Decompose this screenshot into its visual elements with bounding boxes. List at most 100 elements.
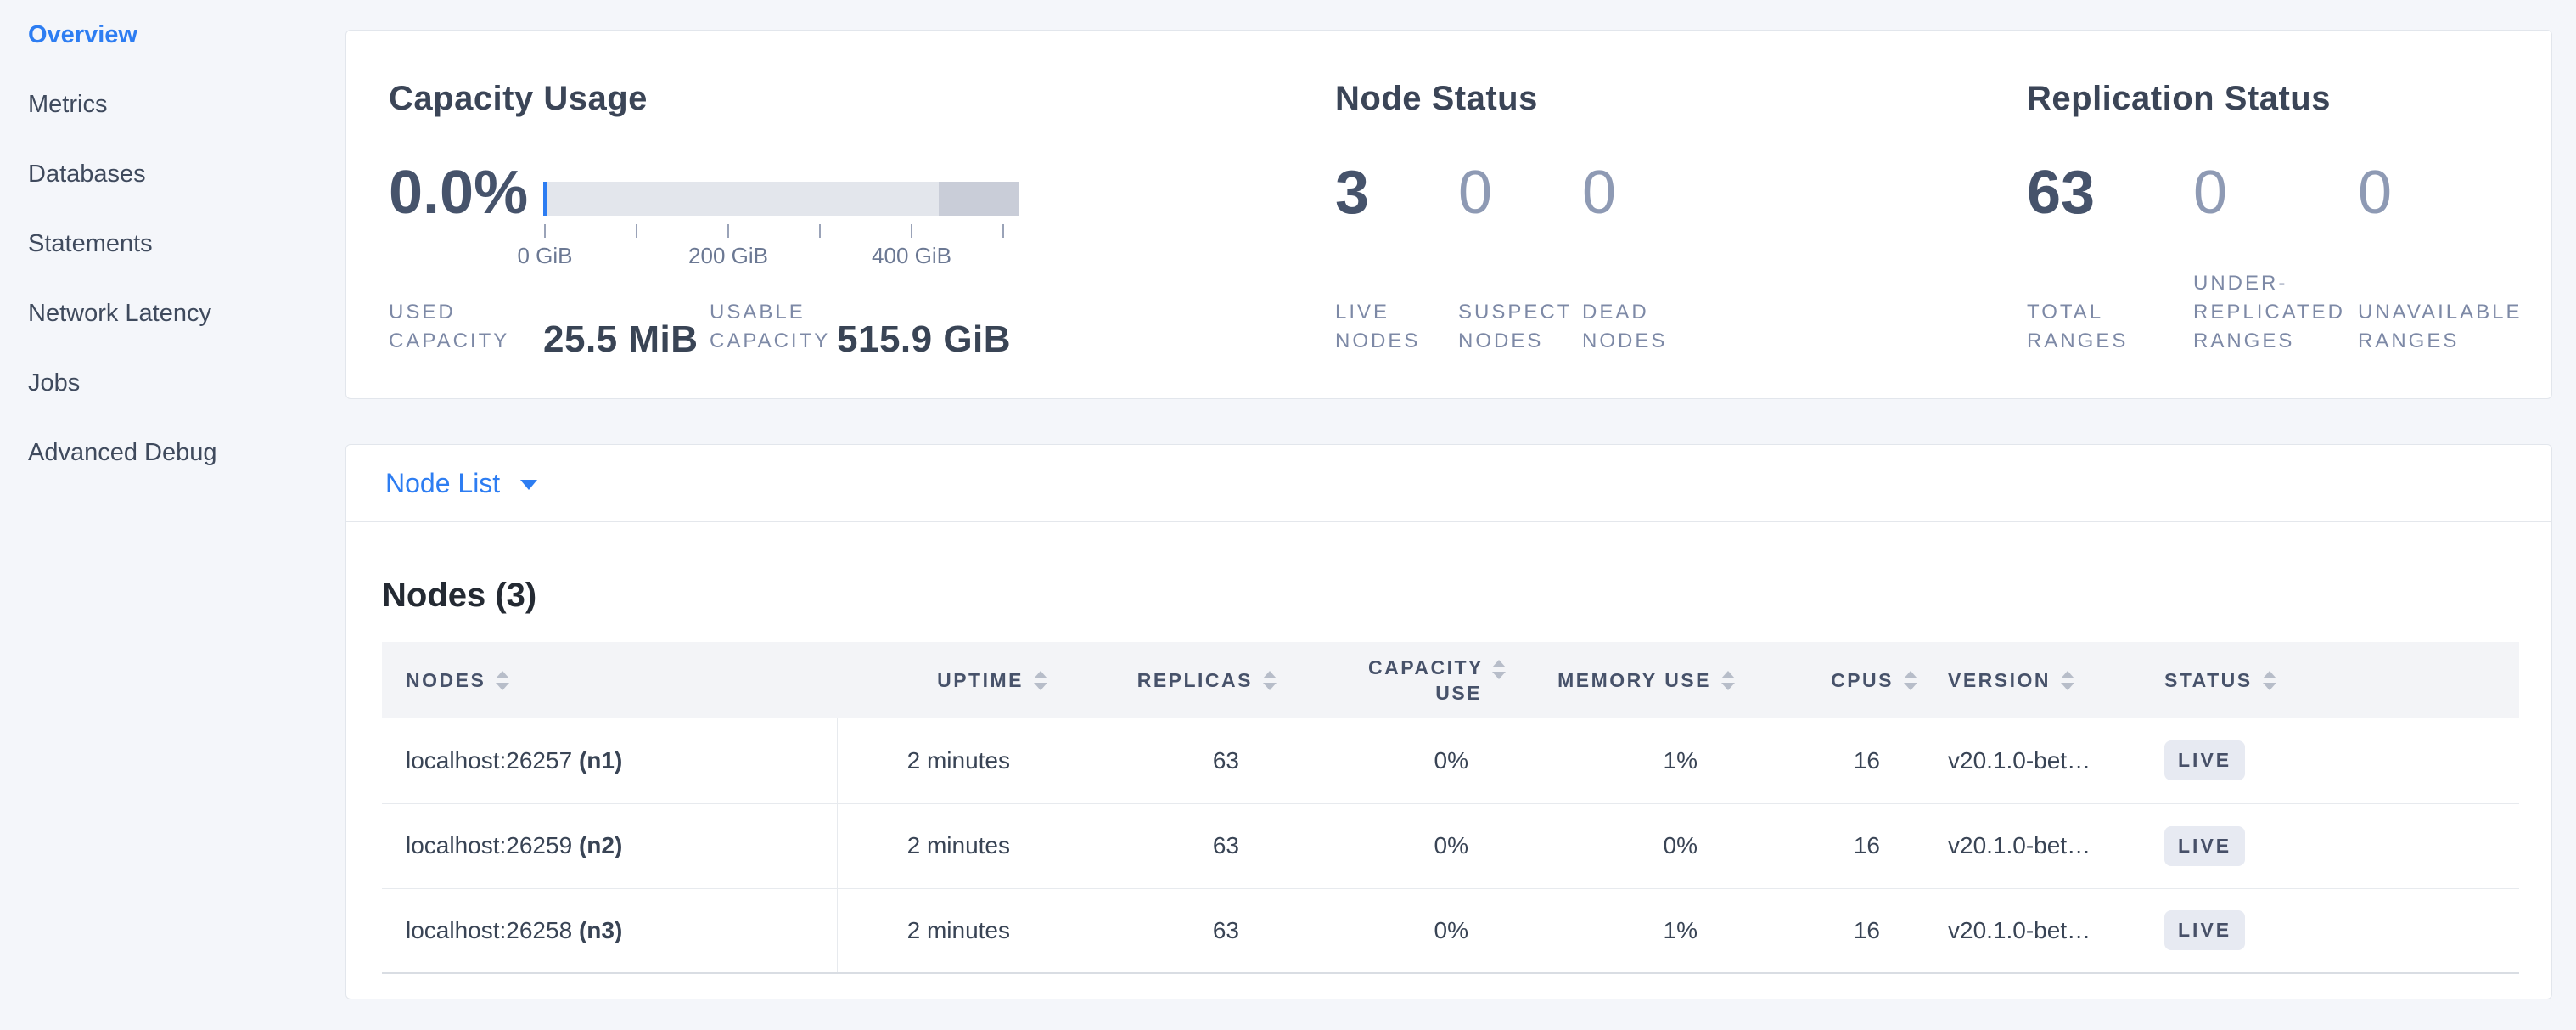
column-label: NODES	[406, 669, 485, 692]
capacity-gauge-dark-segment	[939, 182, 1019, 216]
sort-icon	[1492, 660, 1506, 679]
memory-use-cell: 0%	[1516, 803, 1745, 888]
status-badge: LIVE	[2164, 910, 2245, 950]
column-header-cpus[interactable]: CPUS	[1745, 642, 1928, 718]
sidebar-item-network-latency[interactable]: Network Latency	[0, 279, 344, 348]
node-status-title: Node Status	[1335, 80, 1538, 118]
table-row[interactable]: localhost:26259 (n2) 2 minutes 63 0% 0% …	[382, 803, 2519, 888]
version-cell: v20.1.0-bet…	[1928, 803, 2144, 888]
used-capacity-label: USED CAPACITY	[389, 298, 509, 356]
column-header-uptime[interactable]: UPTIME	[837, 642, 1058, 718]
total-ranges-label: TOTAL RANGES	[2027, 298, 2128, 356]
sidebar-item-jobs[interactable]: Jobs	[0, 348, 344, 418]
node-id: (n3)	[579, 917, 622, 943]
sort-icon	[2263, 671, 2276, 690]
node-address: localhost:26259	[406, 832, 572, 858]
version-cell: v20.1.0-bet…	[1928, 888, 2144, 973]
column-label: CPUS	[1831, 669, 1894, 692]
sidebar-item-statements[interactable]: Statements	[0, 209, 344, 279]
cpus-cell: 16	[1745, 718, 1928, 803]
table-row[interactable]: localhost:26257 (n1) 2 minutes 63 0% 1% …	[382, 718, 2519, 803]
under-replicated-ranges-label: UNDER- REPLICATED RANGES	[2193, 269, 2345, 356]
dead-nodes-label: DEAD NODES	[1582, 298, 1667, 356]
gauge-tick	[544, 224, 546, 238]
node-address: localhost:26258	[406, 917, 572, 943]
replication-status-title: Replication Status	[2027, 80, 2331, 118]
status-cell: LIVE	[2144, 803, 2519, 888]
node-address-cell[interactable]: localhost:26259 (n2)	[382, 803, 837, 888]
version-cell: v20.1.0-bet…	[1928, 718, 2144, 803]
sidebar-item-overview[interactable]: Overview	[0, 0, 344, 70]
capacity-gauge-used-marker	[543, 182, 547, 216]
live-nodes-label: LIVE NODES	[1335, 298, 1420, 356]
column-label: VERSION	[1948, 669, 2051, 692]
capacity-use-cell: 0%	[1287, 888, 1516, 973]
column-header-status[interactable]: STATUS	[2144, 642, 2519, 718]
column-header-memory-use[interactable]: MEMORY USE	[1516, 642, 1745, 718]
usable-capacity-label: USABLE CAPACITY	[710, 298, 830, 356]
status-cell: LIVE	[2144, 888, 2519, 973]
capacity-usage-title: Capacity Usage	[389, 80, 648, 118]
node-list-dropdown-label: Node List	[385, 468, 500, 499]
replicas-cell: 63	[1058, 888, 1287, 973]
view-selector-bar: Node List	[346, 445, 2551, 522]
nodes-section-title: Nodes (3)	[382, 577, 2551, 615]
sort-icon	[1904, 671, 1917, 690]
replicas-cell: 63	[1058, 803, 1287, 888]
gauge-tick-label: 400 GiB	[872, 243, 951, 269]
memory-use-cell: 1%	[1516, 888, 1745, 973]
suspect-nodes-count: 0	[1458, 158, 1492, 228]
status-cell: LIVE	[2144, 718, 2519, 803]
sidebar-item-databases[interactable]: Databases	[0, 139, 344, 209]
sort-icon	[1263, 671, 1277, 690]
uptime-cell: 2 minutes	[837, 718, 1058, 803]
column-label: MEMORY USE	[1557, 669, 1711, 692]
column-label: CAPACITY USE	[1368, 655, 1482, 706]
sidebar-item-metrics[interactable]: Metrics	[0, 70, 344, 139]
column-header-capacity-use[interactable]: CAPACITY USE	[1287, 642, 1516, 718]
column-label: REPLICAS	[1137, 669, 1253, 692]
node-address: localhost:26257	[406, 747, 572, 774]
gauge-tick	[727, 224, 729, 238]
node-list-dropdown[interactable]: Node List	[385, 468, 537, 499]
sort-icon	[1721, 671, 1735, 690]
column-label: UPTIME	[937, 669, 1024, 692]
usable-capacity-value: 515.9 GiB	[837, 318, 1011, 361]
status-badge: LIVE	[2164, 740, 2245, 780]
capacity-use-cell: 0%	[1287, 718, 1516, 803]
status-badge: LIVE	[2164, 826, 2245, 866]
sidebar: Overview Metrics Databases Statements Ne…	[0, 0, 344, 1030]
node-address-cell[interactable]: localhost:26257 (n1)	[382, 718, 837, 803]
memory-use-cell: 1%	[1516, 718, 1745, 803]
table-row[interactable]: localhost:26258 (n3) 2 minutes 63 0% 1% …	[382, 888, 2519, 973]
sort-icon	[1034, 671, 1047, 690]
column-label: STATUS	[2164, 669, 2253, 692]
nodes-table: NODES UPTIME REPLICAS CAPACITY USE MEMOR…	[382, 642, 2519, 974]
replicas-cell: 63	[1058, 718, 1287, 803]
main-content: Capacity Usage 0.0% 0 GiB 200 GiB 400 Gi…	[345, 0, 2552, 1030]
capacity-use-cell: 0%	[1287, 803, 1516, 888]
nodes-table-header-row: NODES UPTIME REPLICAS CAPACITY USE MEMOR…	[382, 642, 2519, 718]
chevron-down-icon	[520, 480, 537, 490]
uptime-cell: 2 minutes	[837, 888, 1058, 973]
capacity-used-percent: 0.0%	[389, 158, 528, 228]
column-header-nodes[interactable]: NODES	[382, 642, 837, 718]
column-header-version[interactable]: VERSION	[1928, 642, 2144, 718]
capacity-gauge	[543, 182, 1019, 216]
total-ranges-count: 63	[2027, 158, 2095, 228]
gauge-tick	[911, 224, 912, 238]
sort-icon	[496, 671, 509, 690]
node-id: (n1)	[579, 747, 622, 774]
suspect-nodes-label: SUSPECT NODES	[1458, 298, 1572, 356]
gauge-tick	[1002, 224, 1004, 238]
column-header-replicas[interactable]: REPLICAS	[1058, 642, 1287, 718]
sort-icon	[2061, 671, 2074, 690]
cpus-cell: 16	[1745, 888, 1928, 973]
node-address-cell[interactable]: localhost:26258 (n3)	[382, 888, 837, 973]
used-capacity-value: 25.5 MiB	[543, 318, 699, 361]
uptime-cell: 2 minutes	[837, 803, 1058, 888]
dead-nodes-count: 0	[1582, 158, 1616, 228]
sidebar-item-advanced-debug[interactable]: Advanced Debug	[0, 418, 344, 487]
cpus-cell: 16	[1745, 803, 1928, 888]
under-replicated-ranges-count: 0	[2193, 158, 2227, 228]
